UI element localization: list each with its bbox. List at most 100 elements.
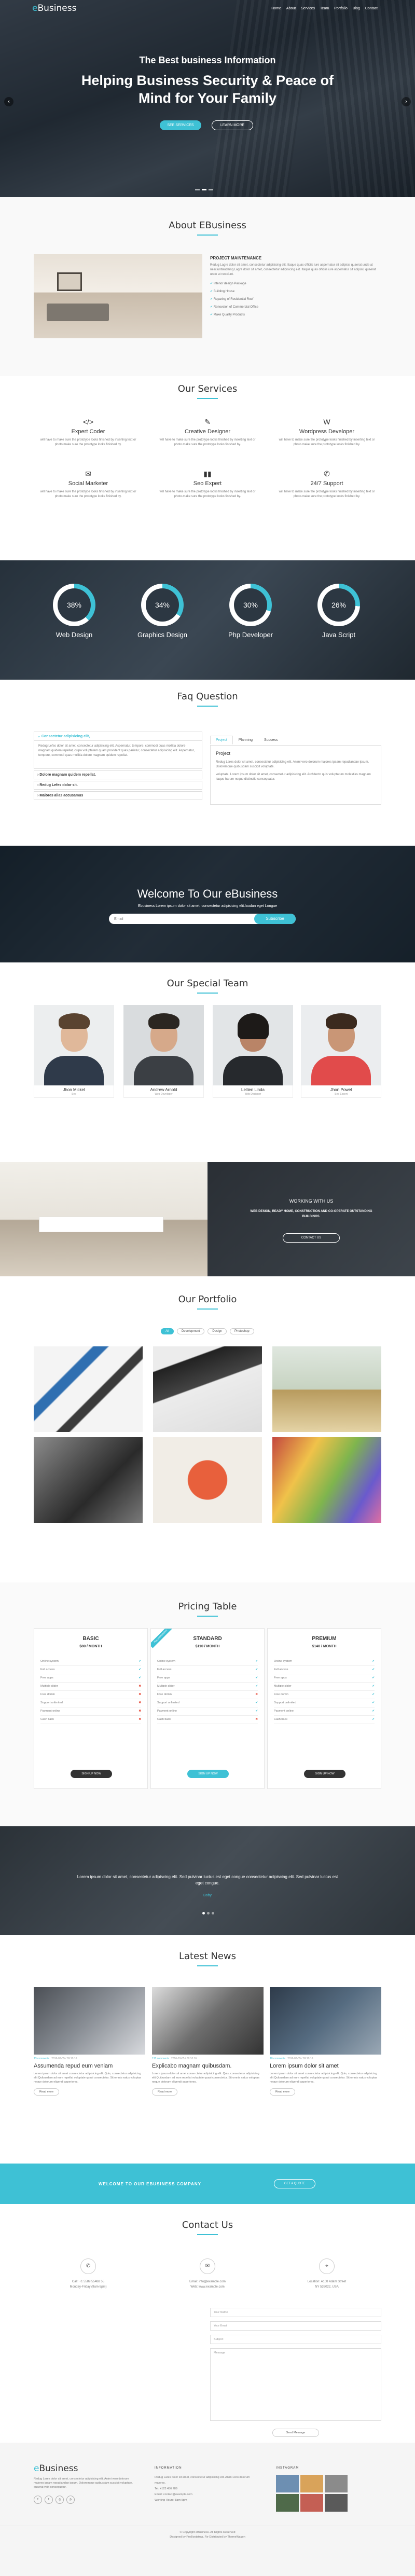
instagram-thumb[interactable] xyxy=(325,2475,348,2492)
news-title[interactable]: Lorem ipsum dolor sit amet xyxy=(270,2063,381,2069)
instagram-thumb[interactable] xyxy=(276,2475,299,2492)
nav-about[interactable]: About xyxy=(286,7,296,10)
envelope-icon: ✉ xyxy=(85,470,91,478)
news-excerpt: Lorem ipsum dolor sit amet conse ctetur … xyxy=(152,2072,259,2084)
tab-planning[interactable]: Planning xyxy=(233,736,258,745)
working-with-us-section: WORKING WITH US WEB DESIGN, READY HOME, … xyxy=(0,1162,415,1276)
copyright: © Copyright eBusiness. All Rights Reserv… xyxy=(0,2526,415,2540)
team-name: Andrew Arnold xyxy=(150,1087,177,1092)
plan-feature: Multiple slider ✖ xyxy=(40,1683,141,1691)
slider-next-arrow-icon[interactable]: › xyxy=(402,97,411,106)
news-image[interactable] xyxy=(270,1987,381,2055)
faq-item[interactable]: › Redug Lefes dolor sit. xyxy=(34,781,202,790)
news-post: 13 comments 2016-03-05 / 09:10:16 Assume… xyxy=(34,1987,145,2096)
check-icon: ✔ xyxy=(255,1710,258,1713)
email-field[interactable]: Your Email xyxy=(210,2321,381,2331)
footer-logo[interactable]: eBusiness xyxy=(34,2463,78,2474)
filter-development[interactable]: Development xyxy=(176,1328,205,1334)
about-section: About EBusiness PROJECT MAINTENANCE Redu… xyxy=(0,197,415,376)
get-quote-button[interactable]: GET A QUOTE xyxy=(274,2179,315,2188)
testimonial-section: Lorem ipsum dolor sit amet, consectetur … xyxy=(0,1826,415,1935)
twitter-icon[interactable]: t xyxy=(45,2496,53,2504)
portfolio-item[interactable] xyxy=(34,1346,143,1432)
faq-section: Faq Question ⌄ Consectetur adipisicing e… xyxy=(0,680,415,846)
skill-percent: 30% xyxy=(234,588,267,622)
news-title[interactable]: Assumenda repud eum veniam xyxy=(34,2063,145,2069)
pinterest-icon[interactable]: p xyxy=(66,2496,75,2504)
subscribe-button[interactable]: Subscribe xyxy=(254,914,296,924)
contact-us-button[interactable]: CONTACT US xyxy=(283,1233,340,1243)
portfolio-item[interactable] xyxy=(153,1437,262,1523)
news-title[interactable]: Explicabo magnam quibusdam. xyxy=(152,2063,264,2069)
plan-feature: Payment online ✔ xyxy=(157,1707,258,1716)
nav-team[interactable]: Team xyxy=(320,7,329,10)
read-more-button[interactable]: Read more xyxy=(34,2088,60,2096)
facebook-icon[interactable]: f xyxy=(34,2496,42,2504)
slider-dots[interactable] xyxy=(195,189,213,190)
subject-field[interactable]: Subject xyxy=(210,2335,381,2344)
sign-up-button[interactable]: SIGN UP NOW xyxy=(71,1770,112,1778)
sign-up-button[interactable]: SIGN UP NOW xyxy=(187,1770,229,1778)
skill-percent: 38% xyxy=(58,588,91,622)
message-field[interactable]: Message xyxy=(210,2348,381,2421)
team-photo xyxy=(34,1005,114,1085)
instagram-thumb[interactable] xyxy=(276,2494,299,2512)
site-logo[interactable]: eBusiness xyxy=(32,3,76,13)
portfolio-item[interactable] xyxy=(272,1346,381,1432)
learn-more-button[interactable]: LEARN MORE xyxy=(212,120,253,130)
faq-item[interactable]: › Maiores alias accusamus xyxy=(34,791,202,800)
about-list-item: Make Quality Products xyxy=(210,311,381,319)
nav-services[interactable]: Services xyxy=(301,7,315,10)
instagram-thumb[interactable] xyxy=(325,2494,348,2512)
portfolio-filters: All Development Design Photoshop xyxy=(0,1328,415,1334)
plan-feature: Support unlimited ✖ xyxy=(40,1699,141,1707)
about-image-artwork xyxy=(57,272,82,291)
social-links: f t g p xyxy=(34,2496,75,2504)
nav-portfolio[interactable]: Portfolio xyxy=(334,7,348,10)
send-message-button[interactable]: Send Message xyxy=(272,2429,319,2437)
plan-feature: Online system ✔ xyxy=(157,1658,258,1666)
nav-blog[interactable]: Blog xyxy=(353,7,360,10)
instagram-thumb[interactable] xyxy=(300,2475,323,2492)
filter-design[interactable]: Design xyxy=(208,1328,227,1334)
footer-info: Redug Lares dolor sit amet, consectetur … xyxy=(155,2476,250,2502)
slider-prev-arrow-icon[interactable]: ‹ xyxy=(4,97,13,106)
team-role: Web Developer xyxy=(155,1093,173,1096)
instagram-thumb[interactable] xyxy=(300,2494,323,2512)
nav-contact[interactable]: Contact xyxy=(365,7,378,10)
service-text: will have to make sure the prototype loo… xyxy=(40,438,136,446)
service-text: will have to make sure the prototype loo… xyxy=(159,438,256,446)
sign-up-button[interactable]: SIGN UP NOW xyxy=(304,1770,345,1778)
tab-project[interactable]: Project xyxy=(210,736,233,745)
plan-name: BASIC xyxy=(82,1636,99,1642)
about-image xyxy=(34,254,202,338)
filter-all[interactable]: All xyxy=(161,1328,174,1334)
faq-item[interactable]: ⌄ Consectetur adipisicing elit, xyxy=(34,732,202,741)
faq-item[interactable]: › Dolore magnam quidem repellat. xyxy=(34,770,202,779)
footer-info-title: INFORMATION xyxy=(155,2467,182,2470)
instagram-grid xyxy=(276,2475,348,2512)
check-icon: ✔ xyxy=(372,1701,375,1704)
portfolio-item[interactable] xyxy=(272,1437,381,1523)
portfolio-item[interactable] xyxy=(153,1346,262,1432)
news-image[interactable] xyxy=(152,1987,264,2055)
name-field[interactable]: Your Name xyxy=(210,2308,381,2317)
read-more-button[interactable]: Read more xyxy=(270,2088,296,2096)
filter-photoshop[interactable]: Photoshop xyxy=(230,1328,254,1334)
section-title: Latest News xyxy=(179,1951,236,1962)
working-text: WEB DESIGN, READY HOME, CONSTRUCTION AND… xyxy=(250,1210,372,1218)
news-image[interactable] xyxy=(34,1987,145,2055)
news-meta: 10 comments 2016-03-05 / 09:10:16 xyxy=(270,2057,313,2060)
portfolio-item[interactable] xyxy=(34,1437,143,1523)
plan-feature: Support unlimited ✔ xyxy=(157,1699,258,1707)
testimonial-dots[interactable] xyxy=(202,1912,214,1914)
tab-success[interactable]: Success xyxy=(258,736,283,745)
google-plus-icon[interactable]: g xyxy=(56,2496,64,2504)
see-services-button[interactable]: SEE SERVICES xyxy=(160,120,201,130)
nav-home[interactable]: Home xyxy=(271,7,281,10)
portfolio-section: Our Portfolio All Development Design Pho… xyxy=(0,1276,415,1582)
testimonial-name: Boby xyxy=(203,1894,212,1897)
news-post: 10 comments 2016-03-05 / 09:10:16 Lorem … xyxy=(270,1987,381,2096)
read-more-button[interactable]: Read more xyxy=(152,2088,178,2096)
skill-item: 38% Web Design xyxy=(35,584,113,639)
